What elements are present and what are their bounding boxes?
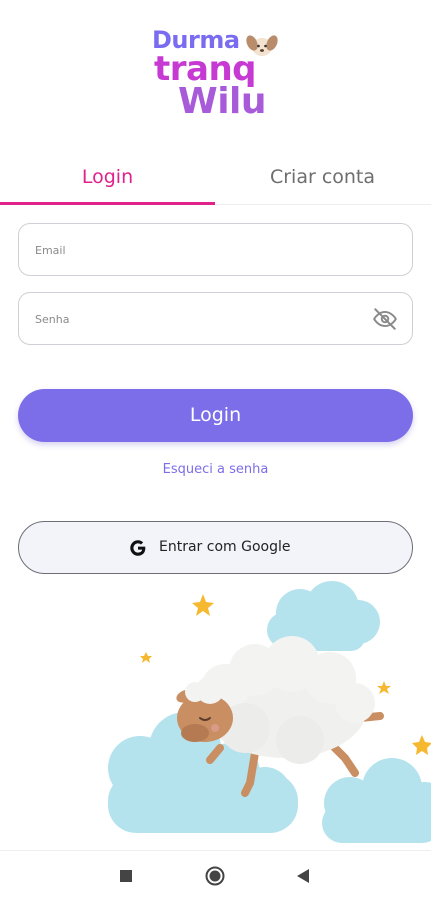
logo-line-3: Wilu — [178, 81, 267, 122]
home-icon[interactable] — [204, 865, 226, 887]
app-logo: Durma tranq Wilu — [0, 22, 431, 132]
tab-login[interactable]: Login — [0, 158, 215, 206]
active-tab-indicator — [0, 202, 215, 205]
tab-criar-conta[interactable]: Criar conta — [215, 158, 430, 206]
password-input[interactable] — [19, 293, 412, 344]
sleeping-sheep-illustration — [108, 581, 431, 843]
auth-tabs: Login Criar conta — [0, 158, 431, 206]
system-navbar — [0, 850, 431, 900]
tab-divider — [215, 204, 431, 205]
forgot-password-link[interactable]: Esqueci a senha — [0, 462, 431, 477]
login-button[interactable]: Login — [18, 389, 413, 442]
recent-apps-icon[interactable] — [115, 865, 137, 887]
google-icon — [130, 540, 146, 556]
google-button-label: Entrar com Google — [159, 539, 291, 555]
back-icon[interactable] — [292, 865, 314, 887]
email-field — [18, 223, 413, 276]
eye-off-icon[interactable] — [372, 306, 398, 332]
cloud-icon — [322, 758, 431, 843]
password-field — [18, 292, 413, 345]
google-signin-button[interactable]: Entrar com Google — [18, 521, 413, 574]
email-input[interactable] — [19, 224, 412, 275]
